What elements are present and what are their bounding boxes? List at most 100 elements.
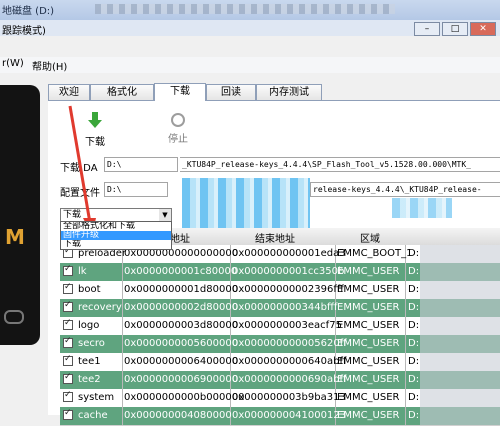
start-address: 0x0000000001d80000: [124, 284, 239, 295]
table-row[interactable]: logo 0x0000000003d800000x0000000003eacf75…: [60, 317, 500, 336]
end-address: 0x0000000041000123: [232, 410, 347, 421]
row-checkbox[interactable]: [63, 408, 73, 420]
region: EMMC_USER: [337, 338, 400, 349]
blurred-location: [420, 389, 500, 407]
header-region: 区域: [360, 234, 380, 245]
download-arrow-icon: [88, 112, 102, 128]
dropdown-option-download[interactable]: 下载: [61, 240, 171, 249]
download-mode-select[interactable]: 下载 ▼: [60, 208, 172, 222]
partition-name: lk: [78, 266, 87, 277]
download-da-label: 下载 DA: [60, 163, 98, 174]
column-divider: [122, 371, 123, 389]
download-label: 下载: [85, 137, 105, 148]
start-address: 0x0000000001c80000: [124, 266, 238, 277]
location: D:: [408, 410, 420, 421]
scatter-file-path-text: D:\: [107, 185, 122, 194]
start-address: 0x0000000005600000: [124, 338, 239, 349]
partition-name: secro: [78, 338, 105, 349]
column-divider: [405, 407, 406, 425]
download-da-path-text: D:\: [107, 160, 122, 169]
download-da-path-tail: _KTU84P_release-keys_4.4.4\SP_Flash_Tool…: [180, 157, 500, 172]
header-end-address: 结束地址: [255, 234, 295, 245]
minimize-button[interactable]: –: [414, 22, 440, 36]
column-divider: [405, 299, 406, 317]
dropdown-option-format-all[interactable]: 全部格式化和下载: [61, 222, 171, 231]
column-divider: [122, 281, 123, 299]
partition-name: system: [78, 392, 115, 403]
chevron-down-icon[interactable]: ▼: [159, 209, 171, 221]
table-row[interactable]: cache 0x0000000040800000x0000000041000123…: [60, 407, 500, 426]
window-titlebar: 地磁盘 (D:): [0, 0, 500, 20]
tab-download[interactable]: 下载: [154, 83, 206, 101]
column-divider: [405, 389, 406, 407]
blurred-location: [420, 335, 500, 353]
close-button[interactable]: ✕: [470, 22, 496, 36]
row-checkbox[interactable]: [63, 390, 73, 402]
location: D:: [408, 248, 420, 259]
blurred-location: [420, 263, 500, 281]
row-checkbox[interactable]: [63, 318, 73, 330]
row-checkbox[interactable]: [63, 264, 73, 276]
column-divider: [122, 299, 123, 317]
scatter-file-path-tail: release-keys_4.4.4\_KTU84P_release-: [310, 182, 500, 197]
scatter-file-path[interactable]: D:\: [104, 182, 168, 197]
table-row[interactable]: tee2 0x00000000069000000x0000000000690abf…: [60, 371, 500, 390]
blurred-location: [420, 407, 500, 425]
row-checkbox[interactable]: [63, 300, 73, 312]
header-start-address: 地址: [170, 234, 190, 245]
start-address: 0x0000000006900000: [124, 374, 239, 385]
partition-name: boot: [78, 284, 101, 295]
blurred-location: [420, 317, 500, 335]
end-address: 0x0000000001cc350b: [232, 266, 345, 277]
location: D:: [408, 338, 420, 349]
region: EMMC_BOOT_1: [337, 248, 413, 259]
dropdown-option-firmware-upgrade[interactable]: 固件升级: [61, 231, 171, 240]
maximize-button[interactable]: □: [442, 22, 468, 36]
end-address: 0x000000000001eda3: [232, 248, 346, 259]
tab-memory-test[interactable]: 内存测试: [256, 84, 322, 100]
location: D:: [408, 284, 420, 295]
scatter-file-label: 配置文件: [60, 188, 100, 199]
stop-label: 停止: [168, 134, 188, 145]
end-address: 0x000000000344bfff: [232, 302, 338, 313]
location: D:: [408, 356, 420, 367]
row-checkbox[interactable]: [63, 282, 73, 294]
tab-welcome[interactable]: 欢迎: [48, 84, 90, 100]
location: D:: [408, 266, 420, 277]
table-row[interactable]: lk 0x0000000001c800000x0000000001cc350bEM…: [60, 263, 500, 282]
row-checkbox[interactable]: [63, 354, 73, 366]
column-divider: [122, 317, 123, 335]
menu-item-help[interactable]: 帮助(H): [32, 58, 67, 73]
download-da-path[interactable]: D:\: [104, 157, 178, 172]
tab-readback[interactable]: 回读: [206, 84, 256, 100]
table-row[interactable]: boot 0x0000000001d800000x00000000002396ff…: [60, 281, 500, 300]
window-controls: – □ ✕: [414, 22, 496, 36]
column-divider: [122, 353, 123, 371]
table-row[interactable]: tee1 0x00000000064000000x0000000000640abf…: [60, 353, 500, 372]
table-row[interactable]: secro 0x00000000056000000x000000000005620…: [60, 335, 500, 354]
partition-name: cache: [78, 410, 108, 421]
partition-name: tee1: [78, 356, 101, 367]
stop-button[interactable]: 停止: [165, 110, 191, 145]
phone-image: M: [0, 85, 40, 345]
row-checkbox[interactable]: [63, 336, 73, 348]
download-button[interactable]: 下载: [82, 110, 108, 148]
blurred-location: [420, 281, 500, 299]
end-address: 0x0000000003eacf75: [232, 320, 342, 331]
region: EMMC_USER: [337, 374, 400, 385]
region: EMMC_USER: [337, 356, 400, 367]
column-divider: [122, 389, 123, 407]
window-subtitle: 跟踪模式): [2, 26, 46, 37]
download-da-path-tail-text: _KTU84P_release-keys_4.4.4\SP_Flash_Tool…: [182, 160, 471, 169]
region: EMMC_USER: [337, 284, 400, 295]
stop-icon: [171, 113, 185, 127]
column-divider: [122, 263, 123, 281]
tab-format[interactable]: 格式化: [90, 84, 154, 100]
table-row[interactable]: recovery0x0000000002d800000x000000000344…: [60, 299, 500, 318]
start-address: 0x000000004080000: [124, 410, 232, 421]
partition-name: tee2: [78, 374, 101, 385]
table-row[interactable]: system 0x0000000000b0000000x000000003b9ba…: [60, 389, 500, 408]
location: D:: [408, 320, 420, 331]
row-checkbox[interactable]: [63, 372, 73, 384]
menu-item-window[interactable]: r(W): [2, 58, 24, 69]
